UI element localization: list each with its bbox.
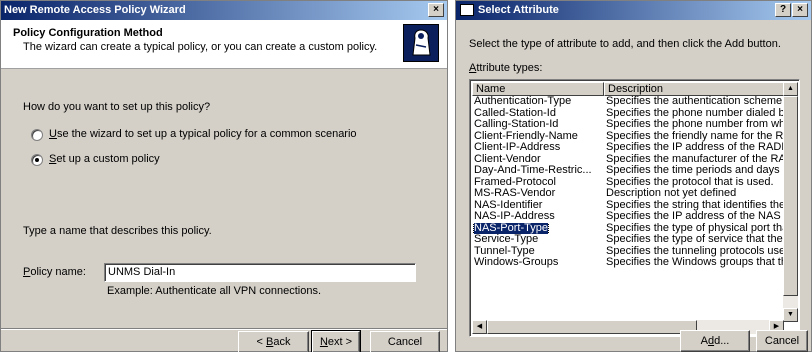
wizard-cancel-button[interactable]: Cancel <box>370 331 440 352</box>
list-item[interactable]: Client-IP-Address Specifies the IP addres… <box>472 142 784 154</box>
attribute-name: Client-IP-Address <box>474 142 561 153</box>
radio-custom-policy[interactable] <box>31 154 43 166</box>
close-icon: × <box>797 4 803 15</box>
radio-use-wizard[interactable] <box>31 129 43 141</box>
add-button[interactable]: Add... <box>680 330 750 352</box>
scroll-up-icon[interactable]: ▲ <box>783 82 798 96</box>
attribute-name: Windows-Groups <box>474 257 559 268</box>
policy-name-example: Example: Authenticate all VPN connection… <box>107 285 322 297</box>
attribute-name: Authentication-Type <box>474 96 572 107</box>
select-attribute-cancel-button[interactable]: Cancel <box>756 330 808 352</box>
attribute-name: MS-RAS-Vendor <box>474 188 556 199</box>
wizard-titlebar[interactable]: New Remote Access Policy Wizard × <box>1 1 447 20</box>
wizard-title: New Remote Access Policy Wizard <box>4 4 186 16</box>
list-item[interactable]: Client-Friendly-Name Specifies the friend… <box>472 131 784 143</box>
attribute-instruction: Select the type of attribute to add, and… <box>469 38 781 50</box>
setup-question: How do you want to set up this policy? <box>23 101 211 113</box>
list-item[interactable]: MS-RAS-Vendor Description not yet defined <box>472 188 784 200</box>
help-icon: ? <box>779 4 787 15</box>
wizard-logo-icon <box>403 24 439 62</box>
attribute-name: Framed-Protocol <box>474 176 556 188</box>
attribute-description: Specifies the friendly name for the RADI… <box>606 130 784 142</box>
attribute-name: Calling-Station-Id <box>474 119 559 130</box>
remote-access-policy-wizard-window: New Remote Access Policy Wizard × Policy… <box>0 0 448 352</box>
attribute-name: NAS-IP-Address <box>474 211 555 222</box>
policy-name-input[interactable]: UNMS Dial-In <box>104 263 416 282</box>
attribute-description: Specifies the type of physical port that… <box>606 222 784 234</box>
list-item[interactable]: Framed-Protocol Specifies the protocol th… <box>472 177 784 189</box>
select-attribute-titlebar[interactable]: Select Attribute <box>456 1 811 20</box>
list-item[interactable]: Calling-Station-Id Specifies the phone nu… <box>472 119 784 131</box>
policy-name-label: Policy name: <box>23 266 86 278</box>
attribute-description: Description not yet defined <box>606 188 737 199</box>
wizard-button-separator <box>1 328 447 330</box>
help-button[interactable]: ? <box>775 3 791 17</box>
attribute-name: NAS-Port-Type <box>473 222 549 234</box>
attribute-name: Tunnel-Type <box>474 245 535 257</box>
attribute-description: Specifies the tunneling protocols used. <box>606 245 784 257</box>
attribute-types-label: Attribute types: <box>469 62 543 74</box>
horizontal-scroll-thumb[interactable] <box>487 320 697 334</box>
attribute-description: Specifies the phone number dialed by the… <box>606 107 784 119</box>
attribute-name: Day-And-Time-Restric... <box>474 165 592 176</box>
list-item[interactable]: Authentication-Type Specifies the authent… <box>472 96 784 108</box>
column-header-name[interactable]: Name <box>472 82 604 96</box>
attribute-description: Specifies the IP address of the NAS wher… <box>606 211 784 222</box>
vertical-scrollbar[interactable]: ▲ ▼ <box>783 82 798 322</box>
list-item[interactable]: Day-And-Time-Restric... Specifies the tim… <box>472 165 784 177</box>
attribute-description: Specifies the string that identifies the… <box>606 199 784 211</box>
select-attribute-title: Select Attribute <box>478 4 559 16</box>
scroll-down-icon[interactable]: ▼ <box>783 308 798 322</box>
policy-name-prompt: Type a name that describes this policy. <box>23 225 212 237</box>
attribute-description: Specifies the Windows groups that the us… <box>606 257 784 268</box>
list-item[interactable]: NAS-Port-Type Specifies the type of physi… <box>472 222 784 234</box>
attribute-description: Specifies the authentication scheme that… <box>606 96 784 107</box>
select-attribute-window: Select Attribute ? × Select the type of … <box>455 0 812 352</box>
attribute-description: Specifies the type of service that the u… <box>606 234 784 245</box>
attribute-types-list[interactable]: Name Description Authentication-Type Spec… <box>469 79 800 337</box>
wizard-page-title: Policy Configuration Method <box>13 27 163 39</box>
column-header-description[interactable]: Description <box>604 82 784 96</box>
wizard-close-button[interactable]: × <box>428 3 444 17</box>
list-header: Name Description <box>472 82 784 96</box>
attribute-rows: Authentication-Type Specifies the authent… <box>472 96 784 322</box>
list-item[interactable]: Client-Vendor Specifies the manufacturer … <box>472 154 784 166</box>
attribute-name: Service-Type <box>474 234 539 245</box>
attribute-name: NAS-Identifier <box>474 199 543 211</box>
attribute-description: Specifies the IP address of the RADIUS c… <box>606 142 784 153</box>
attribute-name: Client-Friendly-Name <box>474 130 578 142</box>
list-item[interactable]: NAS-Identifier Specifies the string that … <box>472 200 784 212</box>
list-item[interactable]: Windows-Groups Specifies the Windows grou… <box>472 257 784 269</box>
close-icon: × <box>433 4 439 15</box>
list-item[interactable]: Called-Station-Id Specifies the phone num… <box>472 108 784 120</box>
select-attribute-close-button[interactable]: × <box>792 3 808 17</box>
radio-custom-policy-label[interactable]: Set up a custom policy <box>49 153 160 165</box>
attribute-description: Specifies the phone number from which th… <box>606 119 784 130</box>
attribute-name: Called-Station-Id <box>474 107 556 119</box>
radio-use-wizard-label[interactable]: Use the wizard to set up a typical polic… <box>49 128 357 140</box>
scroll-left-icon[interactable]: ◀ <box>472 320 487 334</box>
attribute-description: Specifies the time periods and days of w… <box>606 165 784 176</box>
attribute-description: Specifies the protocol that is used. <box>606 176 774 188</box>
attribute-name: Client-Vendor <box>474 153 541 165</box>
list-item[interactable]: NAS-IP-Address Specifies the IP address o… <box>472 211 784 223</box>
window-app-icon <box>460 4 474 16</box>
attribute-description: Specifies the manufacturer of the RADIUS… <box>606 153 784 165</box>
back-button[interactable]: < Back <box>238 331 309 352</box>
list-item[interactable]: Service-Type Specifies the type of servic… <box>472 234 784 246</box>
wizard-page-subtitle: The wizard can create a typical policy, … <box>23 41 378 53</box>
next-button[interactable]: Next > <box>311 330 361 352</box>
list-item[interactable]: Tunnel-Type Specifies the tunneling proto… <box>472 246 784 258</box>
vertical-scroll-thumb[interactable] <box>783 96 798 296</box>
